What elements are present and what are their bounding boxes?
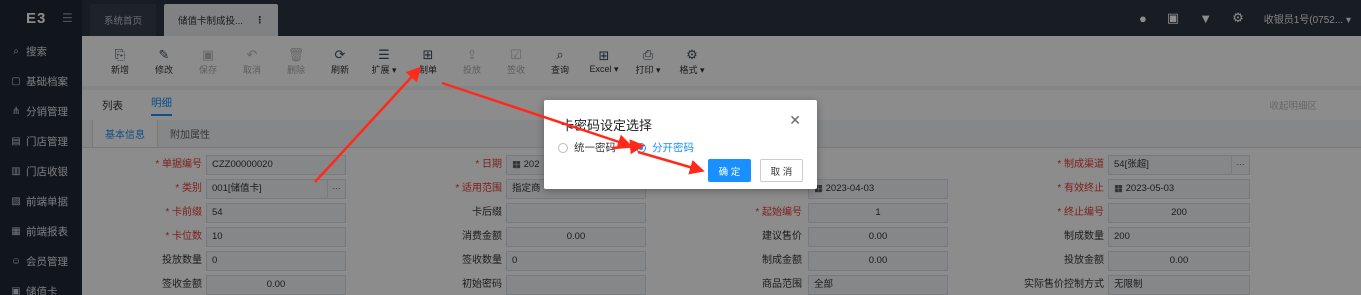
dialog-title: 卡密码设定选择 [561, 118, 653, 133]
radio-selected-icon [636, 142, 646, 153]
radio-separate-password[interactable]: 分开密码 [636, 140, 694, 155]
cancel-button[interactable]: 取 消 [760, 159, 803, 182]
close-icon[interactable]: ✕ [789, 112, 801, 129]
radio-unselected-icon [558, 142, 568, 153]
radio-separate-label: 分开密码 [652, 142, 694, 154]
confirm-button[interactable]: 确 定 [708, 159, 751, 182]
radio-unified-label: 统一密码 [574, 142, 616, 154]
radio-unified-password[interactable]: 统一密码 [558, 140, 616, 155]
password-mode-dialog: 卡密码设定选择 ✕ 统一密码 分开密码 确 定 取 消 [544, 100, 817, 189]
